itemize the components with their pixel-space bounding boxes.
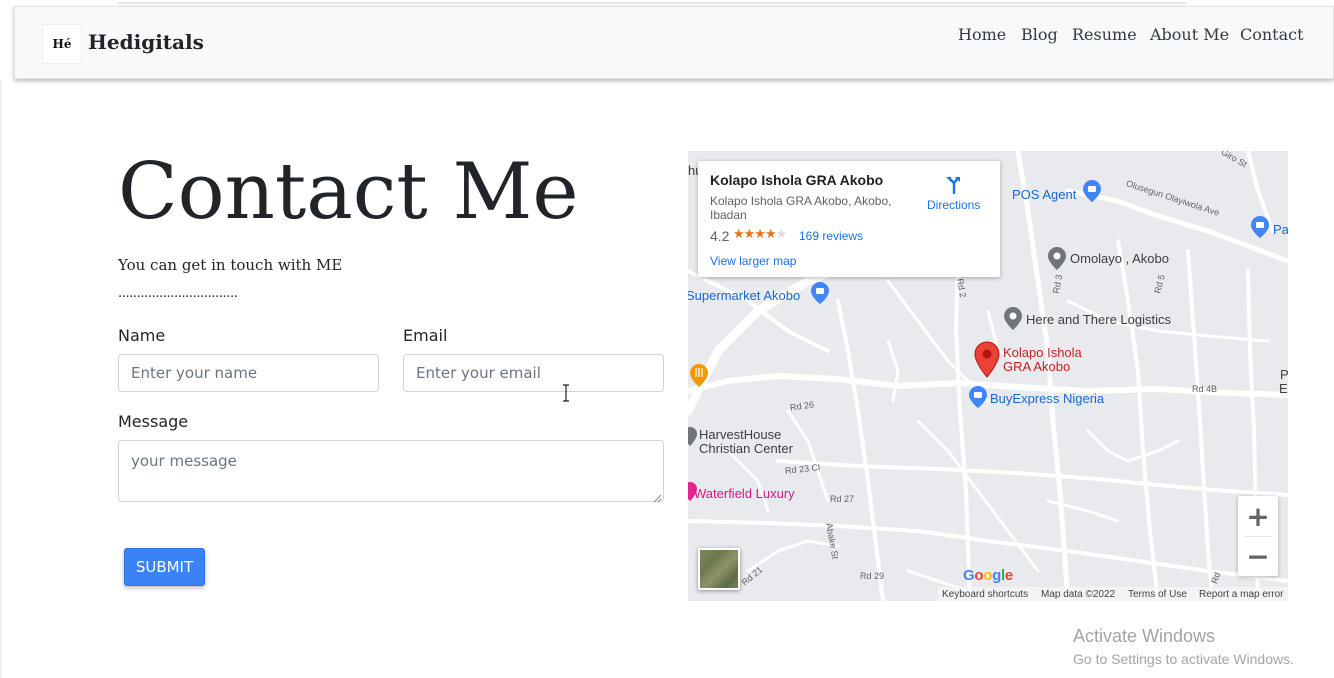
name-label: Name [118,326,166,345]
zoom-in-button[interactable]: + [1238,496,1278,536]
google-logo-letter: g [992,567,1001,584]
report-map-error-link[interactable]: Report a map error [1199,589,1283,600]
page-title: Contact Me [118,147,579,237]
place-address: Kolapo Ishola GRA Akobo, Akobo, Ibadan [710,194,892,222]
map-label-pos-agent[interactable]: POS Agent [1012,188,1076,202]
google-logo-letter: o [983,567,993,584]
map-label-harvest-line1[interactable]: HarvestHouse [699,428,781,442]
message-label: Message [118,412,189,431]
email-label: Email [403,326,448,345]
textarea-resize-handle[interactable] [652,490,662,503]
map-place-card: Kolapo Ishola GRA Akobo Kolapo Ishola GR… [698,161,1000,277]
page-left-edge [0,80,2,678]
satellite-toggle-thumbnail[interactable] [698,548,740,590]
map-label-buyexpress[interactable]: BuyExpress Nigeria [990,392,1104,406]
nav-about-me[interactable]: About Me [1150,25,1229,44]
zoom-out-button[interactable]: − [1238,536,1278,576]
shop-marker-icon[interactable] [809,281,831,305]
map-label-supermarket[interactable]: Supermarket Akobo [688,289,800,303]
google-logo-letter: o [974,567,984,584]
restaurant-marker-icon[interactable] [688,363,710,389]
brand-logo[interactable]: Hé [42,24,82,64]
map-label-esta[interactable]: Esta [1279,382,1288,396]
map-label-omolayo[interactable]: Omolayo , Akobo [1070,252,1169,266]
browser-top-strip [118,0,1186,3]
nav-home[interactable]: Home [958,25,1006,44]
page-subtitle: You can get in touch with ME [118,256,343,274]
place-marker-icon[interactable] [1002,306,1024,332]
rating-stars-icon: ★★★★★ [733,227,787,242]
map-label-pa[interactable]: Pa [1273,223,1288,237]
text-cursor-icon [560,384,572,402]
place-name: Kolapo Ishola GRA Akobo [710,172,884,188]
activate-windows-title: Activate Windows [1073,626,1216,646]
location-pin-icon[interactable] [973,341,1001,379]
dotted-divider: ................................ [118,286,238,301]
road-label-rd27: Rd 27 [830,494,855,504]
map-label-waterfield[interactable]: Waterfield Luxury [694,487,795,501]
map-label-harvest-line2[interactable]: Christian Center [699,442,793,456]
nav-blog[interactable]: Blog [1021,25,1058,44]
map-data-credit: Map data ©2022 [1041,589,1116,600]
name-input[interactable] [118,354,379,392]
activate-windows-subtitle: Go to Settings to activate Windows. [1073,651,1294,667]
directions-icon[interactable] [944,174,964,194]
map-zoom-control: + − [1238,496,1278,576]
submit-button[interactable]: SUBMIT [124,548,205,586]
place-marker-icon[interactable] [1046,246,1068,272]
shop-marker-icon[interactable] [1081,179,1103,203]
map-label-here-there[interactable]: Here and There Logistics [1026,313,1171,327]
nav-resume[interactable]: Resume [1072,25,1137,44]
nav-contact[interactable]: Contact [1240,25,1304,44]
directions-link[interactable]: Directions [927,198,980,212]
map-label-pin-line2[interactable]: GRA Akobo [1003,360,1070,374]
place-rating: 4.2 [710,228,730,244]
shop-marker-icon[interactable] [1249,215,1271,239]
map-label-pin-line1[interactable]: Kolapo Ishola [1003,346,1082,360]
terms-of-use-link[interactable]: Terms of Use [1128,589,1187,600]
road-label-rd4b: Rd 4B [1192,384,1218,394]
brand-logo-text: Hé [52,37,72,51]
brand-name[interactable]: Hedigitals [88,30,204,54]
google-logo: Google [963,567,1013,584]
google-logo-letter: e [1004,567,1013,584]
map-label-p[interactable]: P [1280,368,1288,382]
message-textarea[interactable] [118,440,664,502]
reviews-link[interactable]: 169 reviews [799,229,863,243]
email-input[interactable] [403,354,664,392]
road-label-rd29: Rd 29 [860,571,885,581]
place-marker-icon[interactable] [688,426,698,450]
view-larger-map-link[interactable]: View larger map [710,254,796,268]
shop-marker-icon[interactable] [967,385,989,409]
keyboard-shortcuts-link[interactable]: Keyboard shortcuts [942,589,1028,600]
google-logo-letter: G [963,567,975,584]
